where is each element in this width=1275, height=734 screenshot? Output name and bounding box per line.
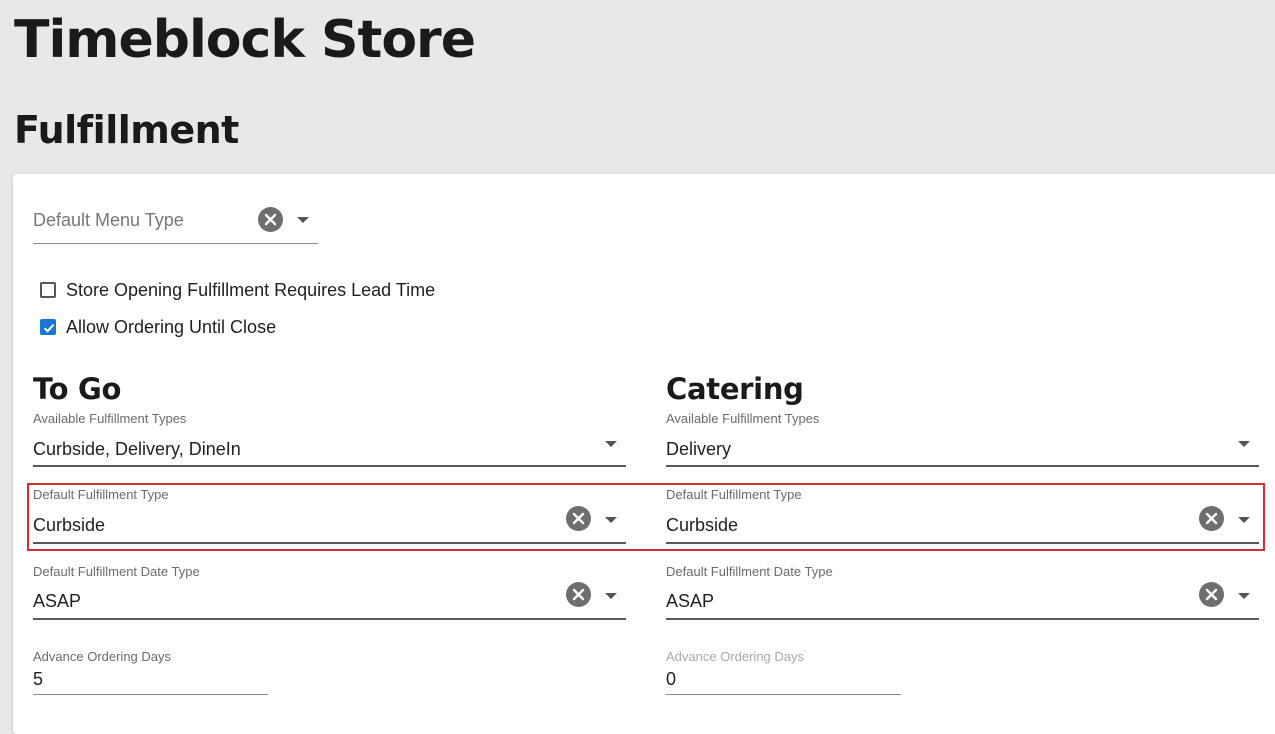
field-value: ASAP: [33, 591, 82, 611]
field-underline: [666, 542, 1259, 544]
catering-default-type-select[interactable]: Default Fulfillment Type Curbside: [666, 487, 1259, 544]
field-label: Default Fulfillment Date Type: [666, 564, 833, 579]
catering-advance-days-input[interactable]: Advance Ordering Days 0: [666, 649, 901, 695]
default-menu-type-select[interactable]: Default Menu Type: [33, 200, 318, 244]
to-go-date-type-select[interactable]: Default Fulfillment Date Type ASAP: [33, 564, 626, 620]
to-go-advance-days-input[interactable]: Advance Ordering Days 5: [33, 649, 268, 695]
clear-icon[interactable]: [566, 506, 591, 531]
lead-time-checkbox-label: Store Opening Fulfillment Requires Lead …: [66, 279, 436, 300]
field-value: Curbside: [33, 515, 106, 535]
catering-available-types-select[interactable]: Available Fulfillment Types Delivery: [666, 411, 1259, 467]
field-underline: [33, 542, 626, 544]
field-underline: [33, 243, 318, 244]
lead-time-checkbox-row[interactable]: Store Opening Fulfillment Requires Lead …: [40, 280, 435, 300]
allow-ordering-checkbox-label: Allow Ordering Until Close: [66, 316, 277, 337]
clear-icon[interactable]: [1199, 506, 1224, 531]
field-value: Curbside, Delivery, DineIn: [33, 439, 241, 459]
field-value: Curbside: [666, 515, 739, 535]
field-value: ASAP: [666, 591, 715, 611]
caret-down-icon[interactable]: [1238, 441, 1250, 447]
caret-down-icon[interactable]: [1238, 593, 1250, 599]
field-label: Default Fulfillment Date Type: [33, 564, 200, 579]
caret-down-icon[interactable]: [1238, 517, 1250, 523]
lead-time-checkbox[interactable]: [40, 282, 56, 298]
field-underline: [33, 694, 268, 695]
default-menu-type-placeholder: Default Menu Type: [33, 210, 184, 230]
caret-down-icon[interactable]: [297, 217, 309, 223]
store-title: Timeblock Store: [14, 10, 476, 70]
field-label: Advance Ordering Days: [666, 649, 805, 664]
to-go-default-type-select[interactable]: Default Fulfillment Type Curbside: [33, 487, 626, 544]
caret-down-icon[interactable]: [605, 441, 617, 447]
clear-icon[interactable]: [1199, 582, 1224, 607]
allow-ordering-checkbox-row[interactable]: Allow Ordering Until Close: [40, 317, 276, 337]
clear-icon[interactable]: [258, 207, 283, 232]
field-label: Default Fulfillment Type: [666, 487, 802, 502]
field-value: Delivery: [666, 439, 732, 459]
section-title: Fulfillment: [14, 108, 239, 152]
caret-down-icon[interactable]: [605, 593, 617, 599]
clear-icon[interactable]: [566, 582, 591, 607]
catering-title: Catering: [666, 372, 804, 406]
allow-ordering-checkbox[interactable]: [40, 319, 56, 335]
field-underline: [666, 465, 1259, 467]
field-underline: [666, 694, 901, 695]
to-go-available-types-select[interactable]: Available Fulfillment Types Curbside, De…: [33, 411, 626, 467]
catering-date-type-select[interactable]: Default Fulfillment Date Type ASAP: [666, 564, 1259, 620]
checkmark-icon: [43, 323, 55, 333]
to-go-title: To Go: [33, 372, 122, 406]
field-underline: [666, 618, 1259, 620]
field-value: 5: [33, 669, 44, 689]
field-label: Advance Ordering Days: [33, 649, 172, 664]
field-value: 0: [666, 669, 677, 689]
field-label: Default Fulfillment Type: [33, 487, 169, 502]
field-label: Available Fulfillment Types: [33, 411, 187, 426]
field-label: Available Fulfillment Types: [666, 411, 820, 426]
field-underline: [33, 465, 626, 467]
caret-down-icon[interactable]: [605, 517, 617, 523]
field-underline: [33, 618, 626, 620]
